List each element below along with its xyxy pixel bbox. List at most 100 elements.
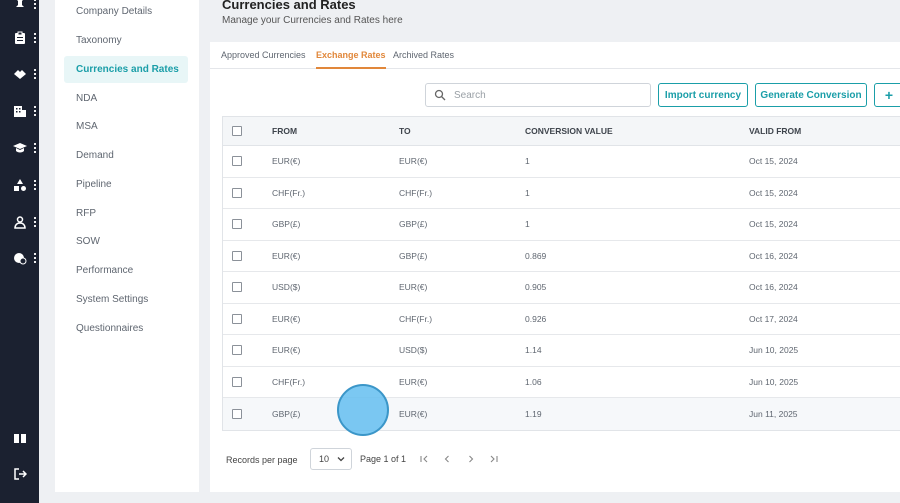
icon-rail bbox=[0, 0, 39, 503]
page-subtitle: Manage your Currencies and Rates here bbox=[222, 15, 403, 26]
row-checkbox[interactable] bbox=[232, 250, 242, 261]
subnav-item-questionnaires[interactable]: Questionnaires bbox=[64, 315, 188, 342]
book-icon[interactable] bbox=[0, 426, 39, 450]
table-row[interactable]: GBP(£) GBP(£) 1 Oct 15, 2024 bbox=[223, 209, 900, 241]
cell-valid-from: Oct 16, 2024 bbox=[749, 250, 798, 261]
table-header: FROM TO CONVERSION VALUE VALID FROM bbox=[223, 117, 900, 146]
column-header-from[interactable]: FROM bbox=[272, 117, 297, 145]
row-checkbox[interactable] bbox=[232, 219, 242, 230]
row-checkbox[interactable] bbox=[232, 187, 242, 198]
column-header-valid-from[interactable]: VALID FROM bbox=[749, 117, 801, 145]
column-header-to[interactable]: TO bbox=[399, 117, 411, 145]
cell-valid-from: Oct 15, 2024 bbox=[749, 156, 798, 167]
subnav-item-rfp[interactable]: RFP bbox=[64, 200, 188, 227]
page-title: Currencies and Rates bbox=[222, 0, 356, 12]
cell-valid-from: Jun 11, 2025 bbox=[749, 408, 798, 419]
click-indicator bbox=[337, 384, 389, 436]
tab-exchange-rates[interactable]: Exchange Rates bbox=[316, 50, 386, 69]
subnav-item-currencies-and-rates[interactable]: Currencies and Rates bbox=[64, 56, 188, 83]
subnav-item-system-settings[interactable]: System Settings bbox=[64, 286, 188, 313]
cell-to: CHF(Fr.) bbox=[399, 187, 433, 198]
records-per-page-value: 10 bbox=[319, 454, 330, 464]
cell-conversion-value: 1 bbox=[525, 187, 530, 198]
subnav-item-demand[interactable]: Demand bbox=[64, 142, 188, 169]
cell-valid-from: Oct 15, 2024 bbox=[749, 187, 798, 198]
table-row[interactable]: EUR(€) CHF(Fr.) 0.926 Oct 17, 2024 bbox=[223, 303, 900, 335]
cell-to: USD($) bbox=[399, 345, 428, 356]
cell-from: GBP(£) bbox=[272, 408, 301, 419]
search-input[interactable]: Search bbox=[425, 83, 651, 107]
records-per-page-select[interactable]: 10 bbox=[310, 448, 352, 470]
cell-conversion-value: 1.06 bbox=[525, 376, 542, 387]
cell-from: EUR(€) bbox=[272, 313, 301, 324]
subnav-item-pipeline[interactable]: Pipeline bbox=[64, 171, 188, 198]
generate-conversion-button[interactable]: Generate Conversion bbox=[755, 83, 867, 107]
cell-to: GBP(£) bbox=[399, 250, 428, 261]
cell-conversion-value: 1.14 bbox=[525, 345, 542, 356]
user-icon[interactable] bbox=[0, 210, 39, 234]
subnav-item-sow[interactable]: SOW bbox=[64, 228, 188, 255]
table-row[interactable]: EUR(€) USD($) 1.14 Jun 10, 2025 bbox=[223, 335, 900, 367]
row-checkbox[interactable] bbox=[232, 282, 242, 293]
cell-conversion-value: 1 bbox=[525, 219, 530, 230]
cell-valid-from: Oct 16, 2024 bbox=[749, 282, 798, 293]
subnav-item-taxonomy[interactable]: Taxonomy bbox=[64, 27, 188, 54]
tab-bar: Approved Currencies Exchange Rates Archi… bbox=[210, 42, 900, 69]
tab-approved-currencies[interactable]: Approved Currencies bbox=[221, 50, 306, 69]
cell-valid-from: Oct 15, 2024 bbox=[749, 219, 798, 230]
row-checkbox[interactable] bbox=[232, 408, 242, 419]
table-row[interactable]: EUR(€) GBP(£) 0.869 Oct 16, 2024 bbox=[223, 240, 900, 272]
next-page-icon[interactable] bbox=[466, 454, 476, 464]
records-per-page-label: Records per page bbox=[226, 455, 298, 465]
handshake-icon[interactable] bbox=[0, 62, 39, 86]
column-header-conversion-value[interactable]: CONVERSION VALUE bbox=[525, 117, 613, 145]
chevron-down-icon bbox=[337, 457, 345, 462]
table-row[interactable]: EUR(€) EUR(€) 1 Oct 15, 2024 bbox=[223, 146, 900, 178]
row-checkbox[interactable] bbox=[232, 345, 242, 356]
shapes-icon[interactable] bbox=[0, 173, 39, 197]
exchange-rates-table: FROM TO CONVERSION VALUE VALID FROM EUR(… bbox=[222, 116, 900, 431]
import-currency-button[interactable]: Import currency bbox=[658, 83, 748, 107]
previous-page-icon[interactable] bbox=[442, 454, 452, 464]
exchange-rates-card: Approved Currencies Exchange Rates Archi… bbox=[210, 42, 900, 492]
pin-icon[interactable] bbox=[0, 0, 39, 16]
cell-from: EUR(€) bbox=[272, 345, 301, 356]
cell-to: CHF(Fr.) bbox=[399, 313, 433, 324]
table-row[interactable]: USD($) EUR(€) 0.905 Oct 16, 2024 bbox=[223, 272, 900, 304]
graduation-cap-icon[interactable] bbox=[0, 136, 39, 160]
page-indicator: Page 1 of 1 bbox=[360, 454, 407, 464]
add-button[interactable]: + bbox=[874, 83, 900, 107]
first-page-icon[interactable] bbox=[419, 454, 429, 464]
cell-from: EUR(€) bbox=[272, 250, 301, 261]
cell-conversion-value: 0.905 bbox=[525, 282, 547, 293]
cell-from: CHF(Fr.) bbox=[272, 376, 306, 387]
subnav-item-performance[interactable]: Performance bbox=[64, 257, 188, 284]
cell-to: EUR(€) bbox=[399, 156, 428, 167]
table-row[interactable]: CHF(Fr.) EUR(€) 1.06 Jun 10, 2025 bbox=[223, 366, 900, 398]
subnav-item-msa[interactable]: MSA bbox=[64, 113, 188, 140]
subnav-item-company-details[interactable]: Company Details bbox=[64, 0, 188, 25]
subnav-item-nda[interactable]: NDA bbox=[64, 85, 188, 112]
table-row[interactable]: CHF(Fr.) CHF(Fr.) 1 Oct 15, 2024 bbox=[223, 177, 900, 209]
tab-archived-rates[interactable]: Archived Rates bbox=[393, 50, 454, 69]
cell-from: USD($) bbox=[272, 282, 301, 293]
last-page-icon[interactable] bbox=[489, 454, 499, 464]
search-icon bbox=[434, 89, 446, 101]
building-icon[interactable] bbox=[0, 99, 39, 123]
row-checkbox[interactable] bbox=[232, 313, 242, 324]
cell-conversion-value: 1 bbox=[525, 156, 530, 167]
cell-conversion-value: 0.869 bbox=[525, 250, 547, 261]
table-row[interactable]: GBP(£) EUR(€) 1.19 Jun 11, 2025 bbox=[223, 398, 900, 430]
row-checkbox[interactable] bbox=[232, 376, 242, 387]
logout-icon[interactable] bbox=[0, 462, 39, 486]
cell-to: EUR(€) bbox=[399, 376, 428, 387]
cell-to: EUR(€) bbox=[399, 408, 428, 419]
row-checkbox[interactable] bbox=[232, 156, 242, 167]
search-placeholder: Search bbox=[454, 89, 486, 101]
cell-from: CHF(Fr.) bbox=[272, 187, 306, 198]
cell-to: EUR(€) bbox=[399, 282, 428, 293]
select-all-checkbox[interactable] bbox=[232, 126, 242, 136]
cell-from: EUR(€) bbox=[272, 156, 301, 167]
clipboard-icon[interactable] bbox=[0, 26, 39, 50]
settings-badge-icon[interactable] bbox=[0, 246, 39, 270]
